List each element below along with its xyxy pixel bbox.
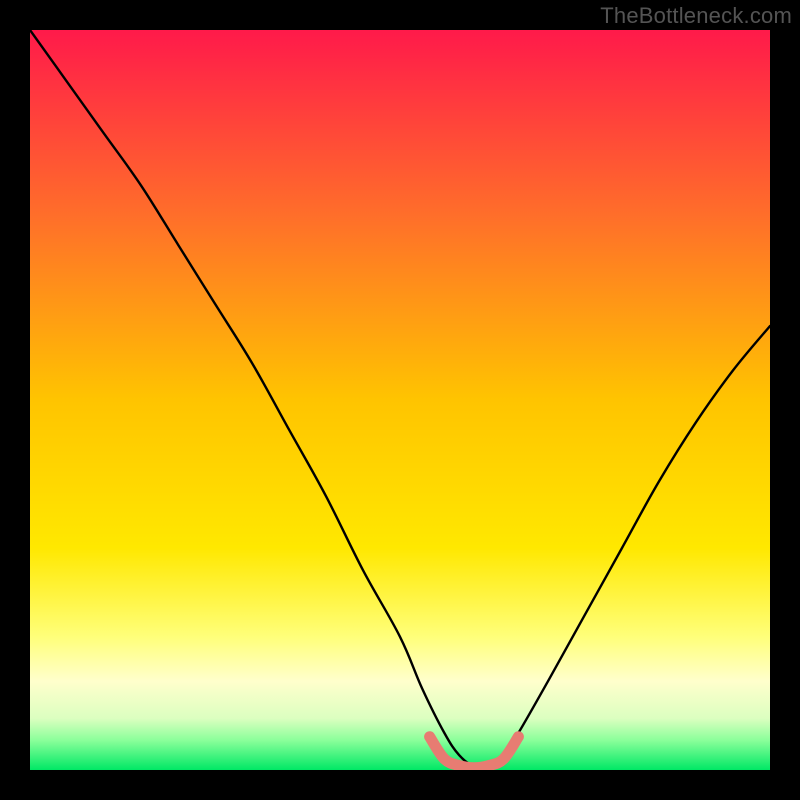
chart-svg — [30, 30, 770, 770]
watermark-text: TheBottleneck.com — [600, 3, 792, 29]
plot-area — [30, 30, 770, 770]
gradient-background — [30, 30, 770, 770]
chart-container: TheBottleneck.com — [0, 0, 800, 800]
